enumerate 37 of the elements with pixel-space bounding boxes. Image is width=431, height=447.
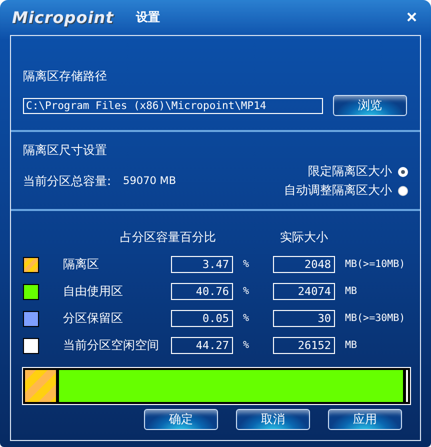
- column-header: 实际大小: [279, 229, 329, 246]
- size-field[interactable]: 2048: [273, 256, 335, 273]
- size-field[interactable]: 30: [273, 310, 335, 327]
- capacity-value: 59070 MB: [123, 175, 176, 187]
- percent-field[interactable]: 3.47: [171, 256, 233, 273]
- percent-unit: %: [242, 286, 250, 297]
- size-unit: MB: [344, 340, 358, 351]
- area-label: 隔离区: [63, 256, 100, 273]
- percent-unit: %: [242, 313, 250, 324]
- percent-unit: %: [242, 340, 250, 351]
- dialog-button[interactable]: 确定: [144, 409, 218, 430]
- section-heading: 隔离区尺寸设置: [23, 142, 108, 159]
- path-field[interactable]: C:\Program Files (x86)\Micropoint\MP14: [23, 98, 323, 114]
- browse-button[interactable]: 浏览: [333, 95, 407, 116]
- size-field[interactable]: 26152: [273, 337, 335, 354]
- percent-field[interactable]: 0.05: [171, 310, 233, 327]
- percent-field[interactable]: 40.76: [171, 283, 233, 300]
- size-unit: MB(>=30MB): [344, 313, 406, 324]
- dialog-button[interactable]: 取消: [236, 409, 310, 430]
- window-title: 设置: [136, 9, 160, 26]
- area-label: 分区保留区: [63, 310, 124, 327]
- close-button[interactable]: ×: [402, 7, 421, 28]
- radio-button[interactable]: [398, 186, 408, 196]
- area-label: 当前分区空闲空间: [63, 337, 160, 354]
- percent-field[interactable]: 44.27: [171, 337, 233, 354]
- size-unit: MB: [344, 286, 358, 297]
- percent-unit: %: [242, 259, 250, 270]
- app-logo: Micropoint: [12, 8, 114, 27]
- size-unit: MB(>=10MB): [344, 259, 406, 270]
- size-field[interactable]: 24074: [273, 283, 335, 300]
- dialog-button[interactable]: 应用: [328, 409, 402, 430]
- capacity-label: 当前分区总容量:: [23, 172, 112, 190]
- radio-label[interactable]: 限定隔离区大小: [308, 163, 392, 180]
- area-label: 自由使用区: [63, 283, 124, 300]
- section-heading: 隔离区存储路径: [23, 68, 108, 85]
- radio-label[interactable]: 自动调整隔离区大小: [284, 182, 392, 199]
- column-header: 占分区容量百分比: [119, 229, 217, 246]
